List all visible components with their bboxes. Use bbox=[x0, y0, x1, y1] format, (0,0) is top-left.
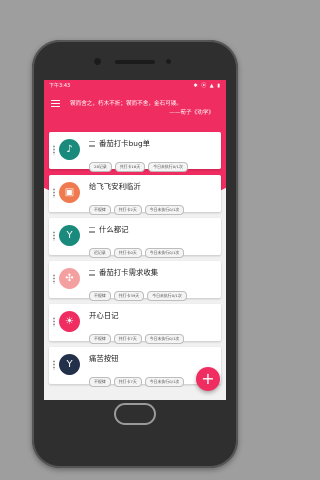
habit-title: 番茄打卡bug单 bbox=[89, 138, 150, 149]
drag-handle-icon[interactable] bbox=[53, 231, 55, 241]
habit-tags: 不规律 共打卡7天 今日未执行0/1次 bbox=[89, 368, 187, 387]
tag-frequency: 不规律 bbox=[89, 377, 111, 387]
tag-today-status: 今日未执行0/1次 bbox=[144, 377, 185, 387]
tag-total-days: 共打卡39天 bbox=[113, 291, 145, 301]
drag-handle-icon[interactable] bbox=[53, 188, 55, 198]
habit-card[interactable]: ▣ 给飞飞安利临沂 不规律 共打卡2天 今日未执行0/1次 bbox=[49, 175, 221, 215]
tag-today-status: 今日未执行0/1次 bbox=[144, 334, 185, 344]
status-bar: 下午3:43 ✱ ⦿ ▲ ▮ bbox=[44, 80, 226, 92]
habit-tags: 不规律 共打卡2天 今日未执行0/1次 bbox=[89, 196, 187, 215]
habit-tags: 不规律 共打卡39天 今日未执行0/1次 bbox=[89, 282, 190, 301]
music-note-icon: ♪ bbox=[59, 139, 80, 160]
tag-frequency: 迟记录 bbox=[89, 248, 111, 258]
drag-handle-icon[interactable] bbox=[53, 360, 55, 370]
home-button[interactable] bbox=[114, 403, 156, 425]
front-camera bbox=[94, 58, 101, 65]
tag-today-status: 今日未执行0/1次 bbox=[144, 205, 185, 215]
drag-handle-icon[interactable] bbox=[53, 274, 55, 284]
habit-card[interactable]: Y 什么都记 迟记录 共打卡0天 今日未执行0/1次 bbox=[49, 218, 221, 258]
habit-card[interactable]: ♪ 番茄打卡bug单 28记录 共打卡16天 今日未执行0/1次 bbox=[49, 132, 221, 172]
document-icon bbox=[89, 270, 95, 276]
tag-today-status: 今日未执行0/1次 bbox=[148, 162, 188, 172]
drag-handle-icon[interactable] bbox=[53, 145, 55, 155]
habit-title: 给飞飞安利临沂 bbox=[89, 181, 141, 192]
habit-title-text: 什么都记 bbox=[99, 225, 129, 234]
habit-title-text: 番茄打卡需求收集 bbox=[99, 268, 159, 277]
add-habit-button[interactable]: + bbox=[196, 367, 220, 391]
tag-frequency: 不规律 bbox=[89, 334, 111, 344]
pinwheel-icon: ✣ bbox=[59, 268, 80, 289]
proximity-sensor bbox=[166, 59, 171, 64]
drag-handle-icon[interactable] bbox=[53, 317, 55, 327]
habit-title: 什么都记 bbox=[89, 224, 129, 235]
header-quote: 锲而舍之，朽木不折；锲而不舍，金石可镂。 ——荀子《劝学》 bbox=[70, 100, 220, 118]
habit-list: ♪ 番茄打卡bug单 28记录 共打卡16天 今日未执行0/1次 ▣ 给飞飞安利临沂… bbox=[49, 132, 221, 390]
tag-today-status: 今日未执行0/1次 bbox=[144, 248, 185, 258]
tag-total-days: 共打卡7天 bbox=[113, 377, 142, 387]
habit-tags: 不规律 共打卡7天 今日未执行0/1次 bbox=[89, 325, 187, 344]
tag-today-status: 今日未执行0/1次 bbox=[147, 291, 187, 301]
tag-total-days: 共打卡16天 bbox=[114, 162, 146, 172]
habit-card[interactable]: ✣ 番茄打卡需求收集 不规律 共打卡39天 今日未执行0/1次 bbox=[49, 261, 221, 301]
tag-frequency: 不规律 bbox=[89, 291, 111, 301]
tag-total-days: 共打卡0天 bbox=[113, 248, 142, 258]
document-icon bbox=[89, 141, 95, 147]
status-icons: ✱ ⦿ ▲ ▮ bbox=[193, 83, 221, 89]
tag-total-days: 共打卡2天 bbox=[113, 205, 142, 215]
habit-card[interactable]: ☀ 开心日记 不规律 共打卡7天 今日未执行0/1次 bbox=[49, 304, 221, 344]
habit-title: 痛苦按钮 bbox=[89, 353, 119, 364]
tag-total-days: 共打卡7天 bbox=[113, 334, 142, 344]
habit-title-text: 给飞飞安利临沂 bbox=[89, 182, 141, 191]
habit-title: 番茄打卡需求收集 bbox=[89, 267, 158, 278]
quote-text: 锲而舍之，朽木不折；锲而不舍，金石可镂。 bbox=[70, 101, 182, 107]
habit-tags: 迟记录 共打卡0天 今日未执行0/1次 bbox=[89, 239, 187, 258]
habit-title-text: 番茄打卡bug单 bbox=[99, 139, 151, 148]
app-screen: 下午3:43 ✱ ⦿ ▲ ▮ 锲而舍之，朽木不折；锲而不舍，金石可镂。 ——荀子… bbox=[44, 80, 226, 400]
document-icon bbox=[89, 227, 95, 233]
habit-tags: 28记录 共打卡16天 今日未执行0/1次 bbox=[89, 153, 191, 172]
cocktail-glass-icon: Y bbox=[59, 225, 80, 246]
tag-frequency: 28记录 bbox=[89, 162, 112, 172]
habit-title-text: 痛苦按钮 bbox=[89, 354, 119, 363]
earpiece-speaker bbox=[115, 60, 155, 64]
briefcase-icon: ▣ bbox=[59, 182, 80, 203]
quote-author: ——荀子《劝学》 bbox=[169, 110, 214, 116]
tag-frequency: 不规律 bbox=[89, 205, 111, 215]
habit-title: 开心日记 bbox=[89, 310, 119, 321]
hamburger-menu-icon[interactable] bbox=[51, 100, 60, 108]
cocktail-glass-icon: Y bbox=[59, 354, 80, 375]
status-time: 下午3:43 bbox=[49, 83, 71, 89]
habit-title-text: 开心日记 bbox=[89, 311, 119, 320]
sun-icon: ☀ bbox=[59, 311, 80, 332]
